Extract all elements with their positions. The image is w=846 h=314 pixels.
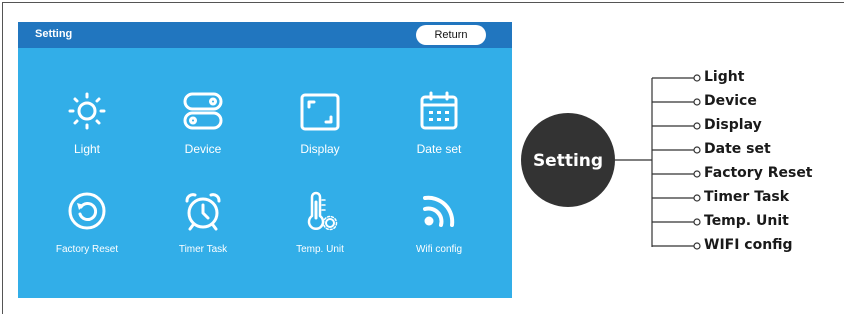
branch-label: Date set [704, 141, 771, 157]
hub-label: Setting [533, 151, 603, 171]
branch-node [693, 170, 701, 178]
branch-node [693, 194, 701, 202]
branch-label: Display [704, 117, 762, 133]
branch-node [693, 74, 701, 82]
branch-node [693, 98, 701, 106]
branch-label: Factory Reset [704, 165, 813, 181]
branch-node [693, 122, 701, 130]
branch-label: WIFI config [704, 237, 793, 253]
branch-label: Light [704, 69, 745, 85]
branch-label: Temp. Unit [704, 213, 789, 229]
branch-label: Device [704, 93, 757, 109]
branch-label: Timer Task [704, 189, 790, 205]
branch-lines [652, 74, 701, 250]
menu-tree-diagram: Setting [521, 74, 701, 250]
branch-node [693, 242, 701, 250]
branch-node [693, 146, 701, 154]
branch-node [693, 218, 701, 226]
